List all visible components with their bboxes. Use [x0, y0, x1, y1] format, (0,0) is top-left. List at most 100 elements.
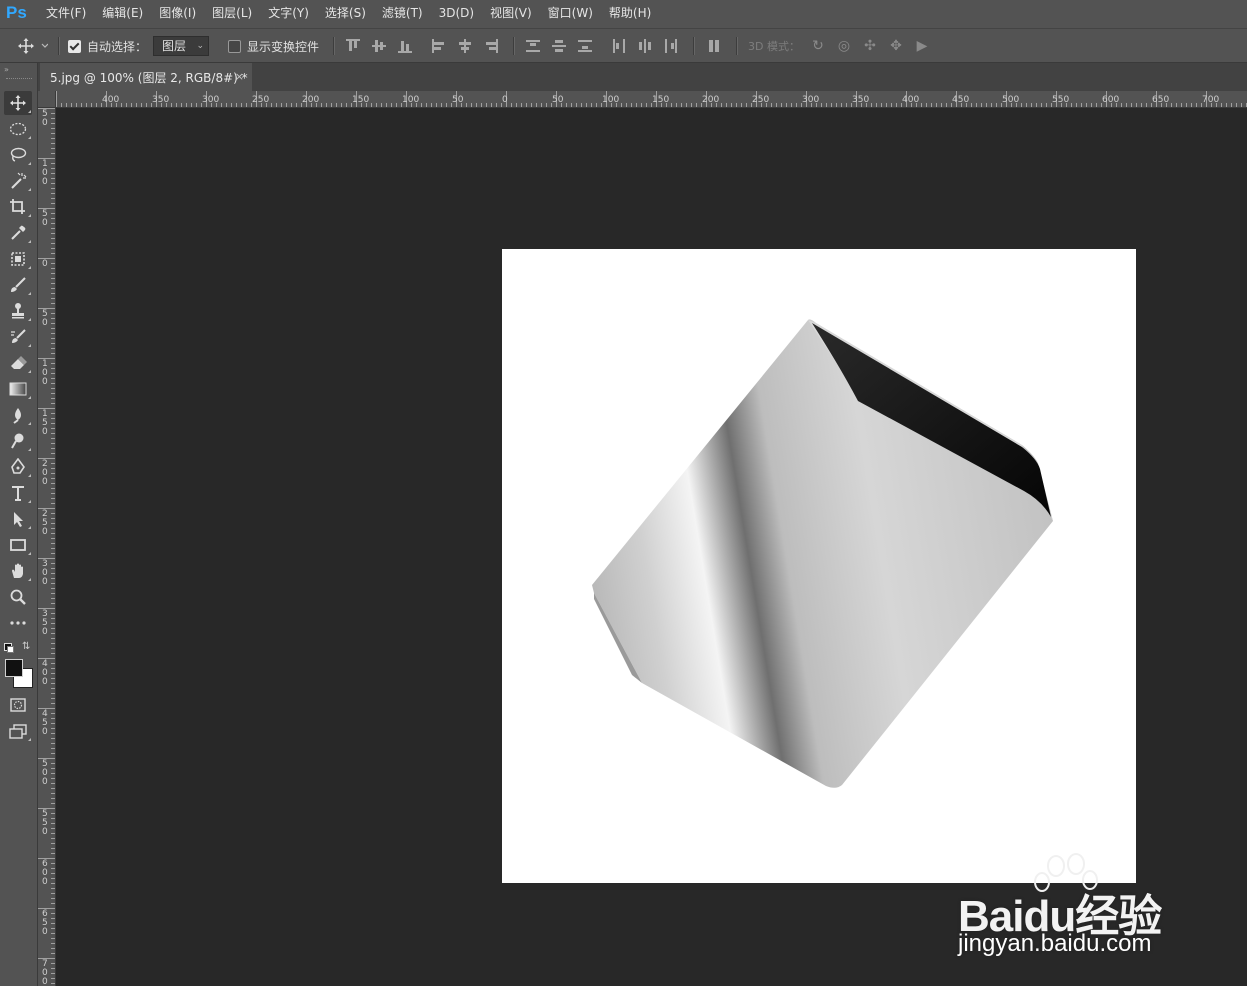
move-icon	[18, 38, 48, 54]
ruler-label: 300	[802, 95, 820, 105]
collapse-panel-icon[interactable]: »	[4, 65, 9, 74]
ruler-label: 1 5 0	[42, 409, 48, 437]
align-vertical-centers-button[interactable]	[372, 39, 388, 53]
eyedropper-tool-icon[interactable]	[4, 221, 32, 245]
menu-bar: Ps 文件(F) 编辑(E) 图像(I) 图层(L) 文字(Y) 选择(S) 滤…	[0, 0, 1247, 28]
magic-wand-tool-icon[interactable]	[4, 169, 32, 193]
tools-panel: » ⇅	[0, 63, 38, 986]
distribute-right-button[interactable]	[664, 39, 680, 53]
lasso-tool-icon[interactable]	[4, 143, 32, 167]
ruler-label: 200	[702, 95, 720, 105]
screen-mode-icon[interactable]	[4, 719, 32, 743]
ruler-label: 3 0 0	[42, 559, 48, 587]
baidu-jingyan-watermark: Baidu经验 jingyan.baidu.com	[952, 852, 1192, 962]
blur-tool-icon[interactable]	[4, 403, 32, 427]
menu-filter[interactable]: 滤镜(T)	[374, 0, 431, 28]
menu-image[interactable]: 图像(I)	[151, 0, 204, 28]
divider	[58, 37, 60, 55]
crop-tool-icon[interactable]	[4, 195, 32, 219]
ruler-label: 700	[1202, 95, 1220, 105]
ruler-label: 5 0 0	[42, 759, 48, 787]
align-top-edges-button[interactable]	[346, 39, 362, 53]
menu-file[interactable]: 文件(F)	[38, 0, 94, 28]
menu-help[interactable]: 帮助(H)	[601, 0, 659, 28]
distribute-vertical-centers-button[interactable]	[552, 39, 568, 53]
auto-select-target-dropdown[interactable]: 图层 ⌄	[153, 36, 209, 56]
ruler-label: 5 5 0	[42, 809, 48, 837]
divider	[513, 37, 515, 55]
quick-mask-icon[interactable]	[4, 693, 32, 717]
menu-view[interactable]: 视图(V)	[482, 0, 540, 28]
menu-window[interactable]: 窗口(W)	[540, 0, 601, 28]
ruler-label: 1 0 0	[42, 159, 48, 187]
type-tool-icon[interactable]	[4, 481, 32, 505]
3d-slide-icon[interactable]: ✥	[888, 38, 904, 54]
ruler-label: 350	[152, 95, 170, 105]
pen-tool-icon[interactable]	[4, 455, 32, 479]
patch-tool-icon[interactable]	[4, 247, 32, 271]
auto-align-layers-button[interactable]	[708, 39, 724, 53]
ruler-label: 6 0 0	[42, 859, 48, 887]
close-icon[interactable]: ×	[235, 70, 244, 83]
show-transform-checkbox[interactable]	[228, 39, 241, 53]
3d-mode-label: 3D 模式：	[748, 40, 800, 53]
document-canvas[interactable]	[502, 249, 1136, 883]
auto-select-target-value: 图层	[162, 39, 187, 53]
elliptical-marquee-tool-icon[interactable]	[4, 117, 32, 141]
default-colors-icon[interactable]	[4, 643, 14, 653]
ruler-label: 0	[42, 259, 48, 269]
document-tab-title: 5.jpg @ 100% (图层 2, RGB/8#) *	[50, 70, 248, 85]
ruler-label: 5 0	[42, 309, 48, 328]
clone-stamp-tool-icon[interactable]	[4, 299, 32, 323]
document-tab[interactable]: 5.jpg @ 100% (图层 2, RGB/8#) * ×	[40, 63, 252, 91]
menu-select[interactable]: 选择(S)	[317, 0, 374, 28]
metal-pen-holder-image	[592, 319, 1053, 788]
ruler-label: 400	[102, 95, 120, 105]
ruler-label: 50	[552, 95, 564, 105]
watermark-url: jingyan.baidu.com	[958, 930, 1152, 957]
distribute-bottom-button[interactable]	[578, 39, 594, 53]
3d-orbit-icon[interactable]: ↻	[810, 38, 826, 54]
ruler-origin[interactable]	[38, 91, 56, 108]
3d-scale-icon[interactable]: ▶	[914, 38, 930, 54]
ruler-label: 0	[502, 95, 508, 105]
document-tab-strip: 5.jpg @ 100% (图层 2, RGB/8#) * ×	[38, 63, 1247, 91]
vertical-ruler[interactable]: 5 0 1 0 0 5 0 0 5 0 1 0 0 1 5 0 2 0 0 2 5 0 3 0 0…	[38, 108, 56, 986]
path-selection-tool-icon[interactable]	[4, 507, 32, 531]
panel-grip[interactable]	[6, 78, 32, 81]
rectangle-tool-icon[interactable]	[4, 533, 32, 557]
history-brush-tool-icon[interactable]	[4, 325, 32, 349]
zoom-tool-icon[interactable]	[4, 585, 32, 609]
menu-3d[interactable]: 3D(D)	[431, 0, 482, 28]
brush-tool-icon[interactable]	[4, 273, 32, 297]
show-transform-label: 显示变换控件	[247, 39, 320, 54]
align-horizontal-centers-button[interactable]	[458, 39, 474, 53]
menu-list: 文件(F) 编辑(E) 图像(I) 图层(L) 文字(Y) 选择(S) 滤镜(T…	[38, 0, 659, 28]
gradient-tool-icon[interactable]	[4, 377, 32, 401]
hand-tool-icon[interactable]	[4, 559, 32, 583]
align-left-edges-button[interactable]	[432, 39, 448, 53]
more-tools-icon[interactable]	[4, 611, 32, 635]
ruler-label: 400	[902, 95, 920, 105]
distribute-top-button[interactable]	[526, 39, 542, 53]
auto-select-checkbox[interactable]	[68, 39, 81, 53]
3d-roll-icon[interactable]: ◎	[836, 38, 852, 54]
menu-edit[interactable]: 编辑(E)	[94, 0, 151, 28]
align-right-edges-button[interactable]	[484, 39, 500, 53]
move-tool-preset-picker[interactable]	[18, 29, 48, 63]
ruler-label: 450	[952, 95, 970, 105]
3d-drag-icon[interactable]: ✣	[862, 38, 878, 54]
swap-colors-icon[interactable]: ⇅	[22, 641, 30, 652]
horizontal-ruler[interactable]: 400 350 300 250 200 150 100 50 0 50 100 150 200 250 30…	[56, 91, 1247, 108]
align-bottom-edges-button[interactable]	[398, 39, 414, 53]
divider	[693, 37, 695, 55]
foreground-color-swatch[interactable]	[5, 659, 23, 677]
menu-layer[interactable]: 图层(L)	[204, 0, 260, 28]
distribute-horizontal-centers-button[interactable]	[638, 39, 654, 53]
eraser-tool-icon[interactable]	[4, 351, 32, 375]
move-tool-icon[interactable]	[4, 91, 32, 115]
menu-type[interactable]: 文字(Y)	[260, 0, 317, 28]
vertical-ruler-ticks	[38, 108, 55, 984]
distribute-left-button[interactable]	[612, 39, 628, 53]
dodge-tool-icon[interactable]	[4, 429, 32, 453]
